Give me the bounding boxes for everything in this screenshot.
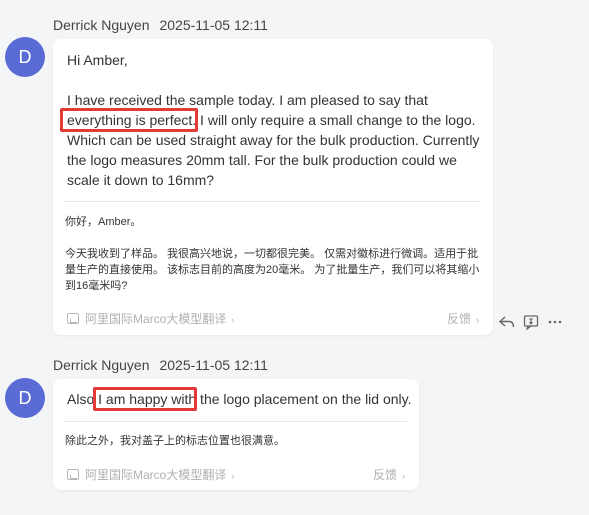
message-bubble: Hi Amber, I have received the sample tod…: [53, 39, 493, 335]
chevron-right-icon: ›: [231, 315, 235, 325]
divider: [64, 421, 407, 422]
translate-button[interactable]: [522, 313, 540, 331]
message-time: 2025-11-05 12:11: [159, 357, 268, 373]
translation-footer: 阿里国际Marco大模型翻译 › 反馈 ›: [67, 466, 405, 484]
message-actions: [498, 313, 564, 331]
feedback-button[interactable]: 反馈 ›: [373, 466, 405, 483]
message-text-zh: 你好，Amber。 今天我收到了样品。 我很高兴地说，一切都很完美。 仅需对徽标…: [65, 216, 480, 292]
message-text-en: Hi Amber, I have received the sample tod…: [67, 52, 480, 188]
translator-label: 阿里国际Marco大模型翻译: [85, 312, 227, 326]
message-text-en: Also I am happy with the logo placement …: [67, 391, 412, 407]
avatar[interactable]: D: [5, 378, 45, 418]
message-text-zh: 除此之外，我对盖子上的标志位置也很满意。: [65, 435, 285, 447]
message-header: Derrick Nguyen 2025-11-05 12:11: [53, 357, 268, 373]
chevron-right-icon: ›: [402, 471, 405, 481]
translation-footer: 阿里国际Marco大模型翻译 › 反馈 ›: [67, 310, 479, 328]
sender-name: Derrick Nguyen: [53, 17, 150, 33]
translation-link[interactable]: 阿里国际Marco大模型翻译 ›: [67, 466, 234, 483]
more-icon: [548, 320, 562, 324]
reply-button[interactable]: [498, 313, 516, 331]
translation-link[interactable]: 阿里国际Marco大模型翻译 ›: [67, 310, 234, 327]
reply-icon: [499, 316, 515, 328]
translate-icon: [67, 313, 79, 324]
avatar[interactable]: D: [5, 37, 45, 77]
translate-icon: [523, 315, 539, 330]
feedback-button[interactable]: 反馈 ›: [447, 310, 479, 327]
message-bubble: Also I am happy with the logo placement …: [53, 379, 419, 490]
feedback-label: 反馈: [446, 312, 471, 326]
sender-name: Derrick Nguyen: [53, 357, 150, 373]
more-button[interactable]: [546, 313, 564, 331]
chevron-right-icon: ›: [476, 315, 479, 325]
chevron-right-icon: ›: [231, 471, 235, 481]
message-header: Derrick Nguyen 2025-11-05 12:11: [53, 17, 268, 33]
feedback-label: 反馈: [372, 468, 397, 482]
message-time: 2025-11-05 12:11: [159, 17, 268, 33]
translate-icon: [67, 469, 79, 480]
divider: [64, 201, 481, 202]
translator-label: 阿里国际Marco大模型翻译: [85, 468, 227, 482]
